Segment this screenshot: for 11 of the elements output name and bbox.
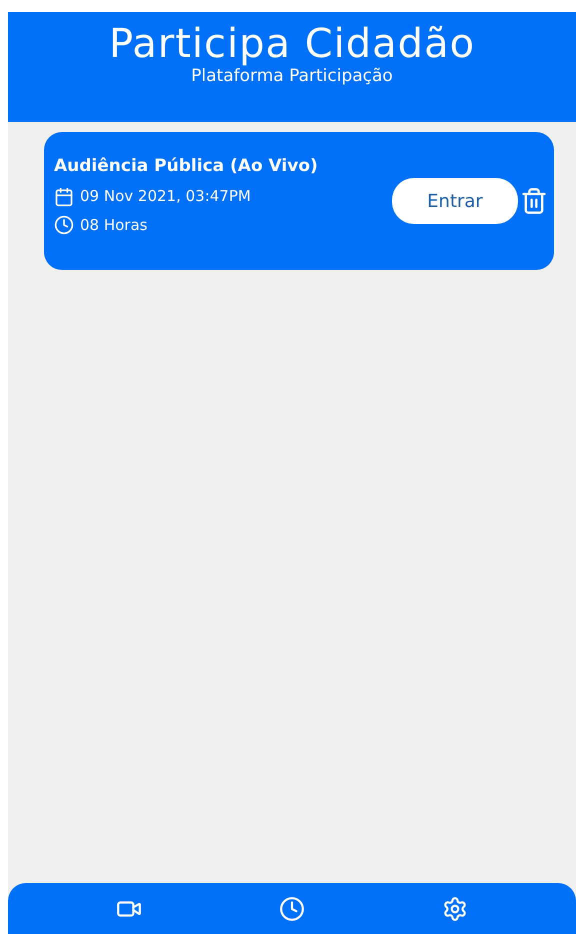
- calendar-icon: [54, 186, 74, 206]
- settings-icon[interactable]: [442, 896, 468, 922]
- clock-icon: [54, 215, 74, 235]
- session-title: Audiência Pública (Ao Vivo): [54, 154, 319, 178]
- enter-button[interactable]: Entrar: [392, 178, 518, 224]
- session-duration: 08 Horas: [80, 214, 148, 236]
- session-date: 09 Nov 2021, 03:47PM: [80, 186, 251, 208]
- app-title: Participa Cidadão: [108, 22, 476, 66]
- app-subtitle: Plataforma Participação: [191, 66, 393, 86]
- trash-icon[interactable]: [520, 187, 548, 215]
- clock-icon[interactable]: [278, 896, 305, 922]
